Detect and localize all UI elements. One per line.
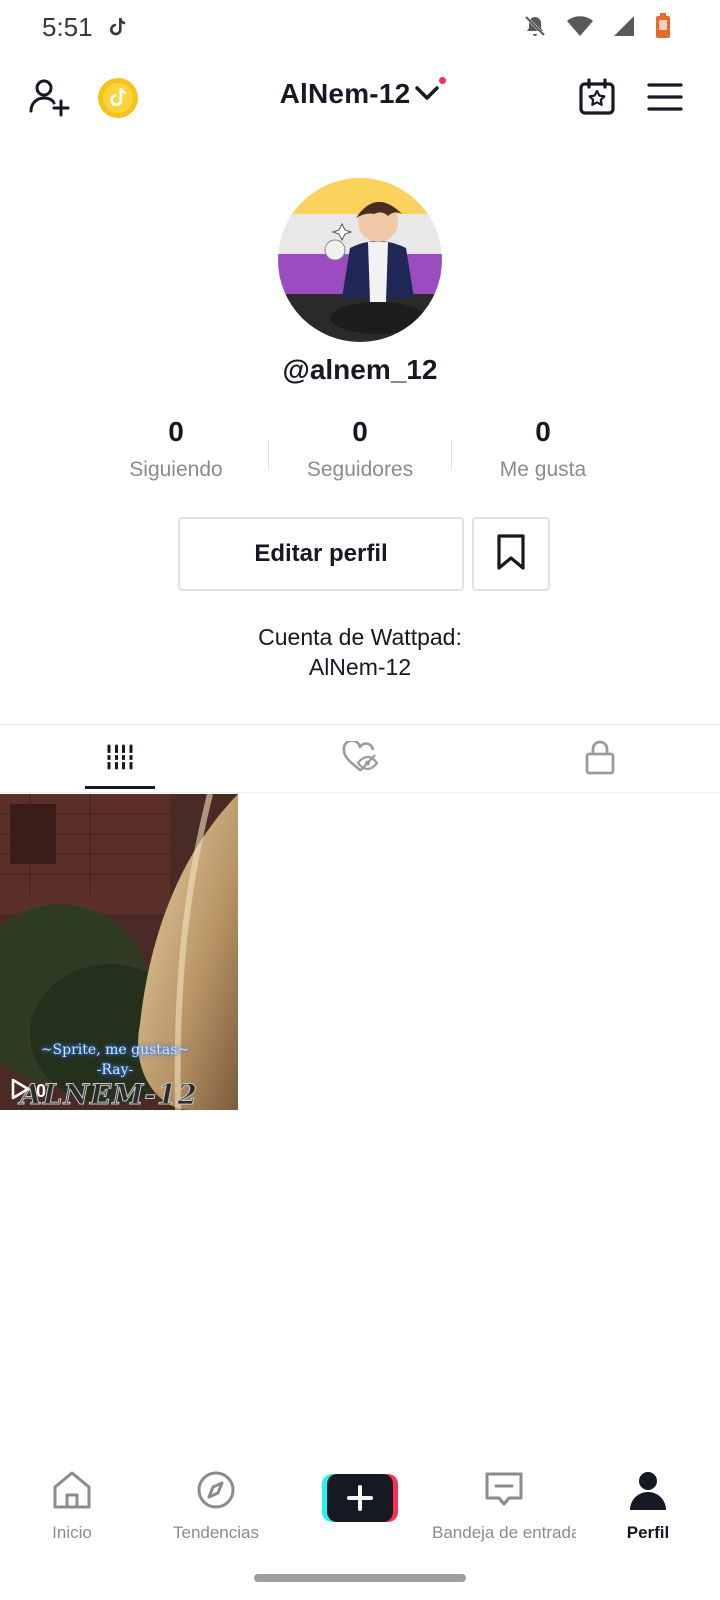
wifi-icon [566, 14, 594, 43]
tab-liked[interactable] [240, 726, 480, 792]
chevron-down-icon [414, 85, 440, 108]
stat-label: Seguidores [306, 458, 414, 481]
nav-label: Perfil [626, 1523, 670, 1542]
view-count: 0 [36, 1081, 47, 1101]
tab-videos[interactable] [0, 726, 240, 792]
stat-label: Me gusta [499, 458, 587, 481]
favorites-button[interactable] [472, 517, 550, 591]
menu-icon [647, 82, 683, 117]
bio: Cuenta de Wattpad: AlNem-12 [0, 622, 720, 682]
stat-value: 0 [535, 416, 551, 447]
tab-private[interactable] [480, 726, 720, 792]
calendar-star-icon [577, 77, 617, 122]
video-caption-line: ~Sprite, me gustas~ [40, 1042, 190, 1058]
stat-likes[interactable]: 0 Me gusta [453, 416, 633, 482]
bio-line: AlNem-12 [308, 654, 412, 680]
status-icons [522, 12, 672, 45]
nav-label: Tendencias [172, 1523, 259, 1542]
stat-followers[interactable]: 0 Seguidores [270, 416, 450, 482]
plus-icon [346, 1484, 374, 1517]
lock-icon [585, 739, 615, 780]
compass-icon [195, 1470, 237, 1515]
header-username: AlNem-12 [279, 78, 411, 109]
nav-inbox[interactable]: Bandeja de entrada [432, 1470, 576, 1543]
bookmark-icon [495, 533, 527, 576]
inbox-icon [483, 1470, 525, 1515]
nav-trends[interactable]: Tendencias [144, 1470, 288, 1543]
battery-icon [654, 12, 672, 45]
edit-profile-button[interactable]: Editar perfil [178, 517, 464, 591]
bell-off-icon [522, 13, 548, 44]
stat-divider [268, 440, 269, 470]
menu-button[interactable] [646, 80, 684, 118]
stat-value: 0 [352, 416, 368, 447]
bio-line: Cuenta de Wattpad: [258, 624, 462, 650]
tabs-divider [0, 792, 720, 793]
video-view-count: 0 [10, 1078, 46, 1105]
status-time: 5:51 [42, 12, 93, 42]
grid-icon [105, 743, 135, 776]
active-tab-indicator [85, 786, 155, 789]
home-icon [51, 1470, 93, 1515]
stat-divider [451, 440, 452, 470]
video-watermark: ALNEM-12 [20, 1078, 198, 1112]
stat-label: Siguiendo [129, 458, 223, 481]
signal-icon [612, 14, 636, 43]
video-caption-line: -Ray- [96, 1062, 134, 1078]
stat-following[interactable]: 0 Siguiendo [86, 416, 266, 482]
video-caption: ~Sprite, me gustas~ -Ray- [0, 1040, 230, 1080]
create-button[interactable] [322, 1474, 398, 1522]
profile-icon [627, 1470, 669, 1515]
tabs-divider [0, 724, 720, 725]
nav-label: Inicio [52, 1523, 92, 1542]
nav-profile[interactable]: Perfil [576, 1470, 720, 1543]
stat-value: 0 [168, 416, 184, 447]
profile-handle: @alnem_12 [282, 354, 438, 385]
notification-dot [439, 77, 446, 84]
home-indicator[interactable] [254, 1574, 466, 1582]
nav-home[interactable]: Inicio [0, 1470, 144, 1543]
hidden-heart-icon [342, 738, 379, 778]
play-icon [10, 1078, 30, 1105]
avatar[interactable] [278, 178, 442, 342]
tiktok-icon [108, 16, 128, 43]
nav-label: Bandeja de entrada [432, 1523, 576, 1542]
calendar-button[interactable] [576, 77, 618, 122]
